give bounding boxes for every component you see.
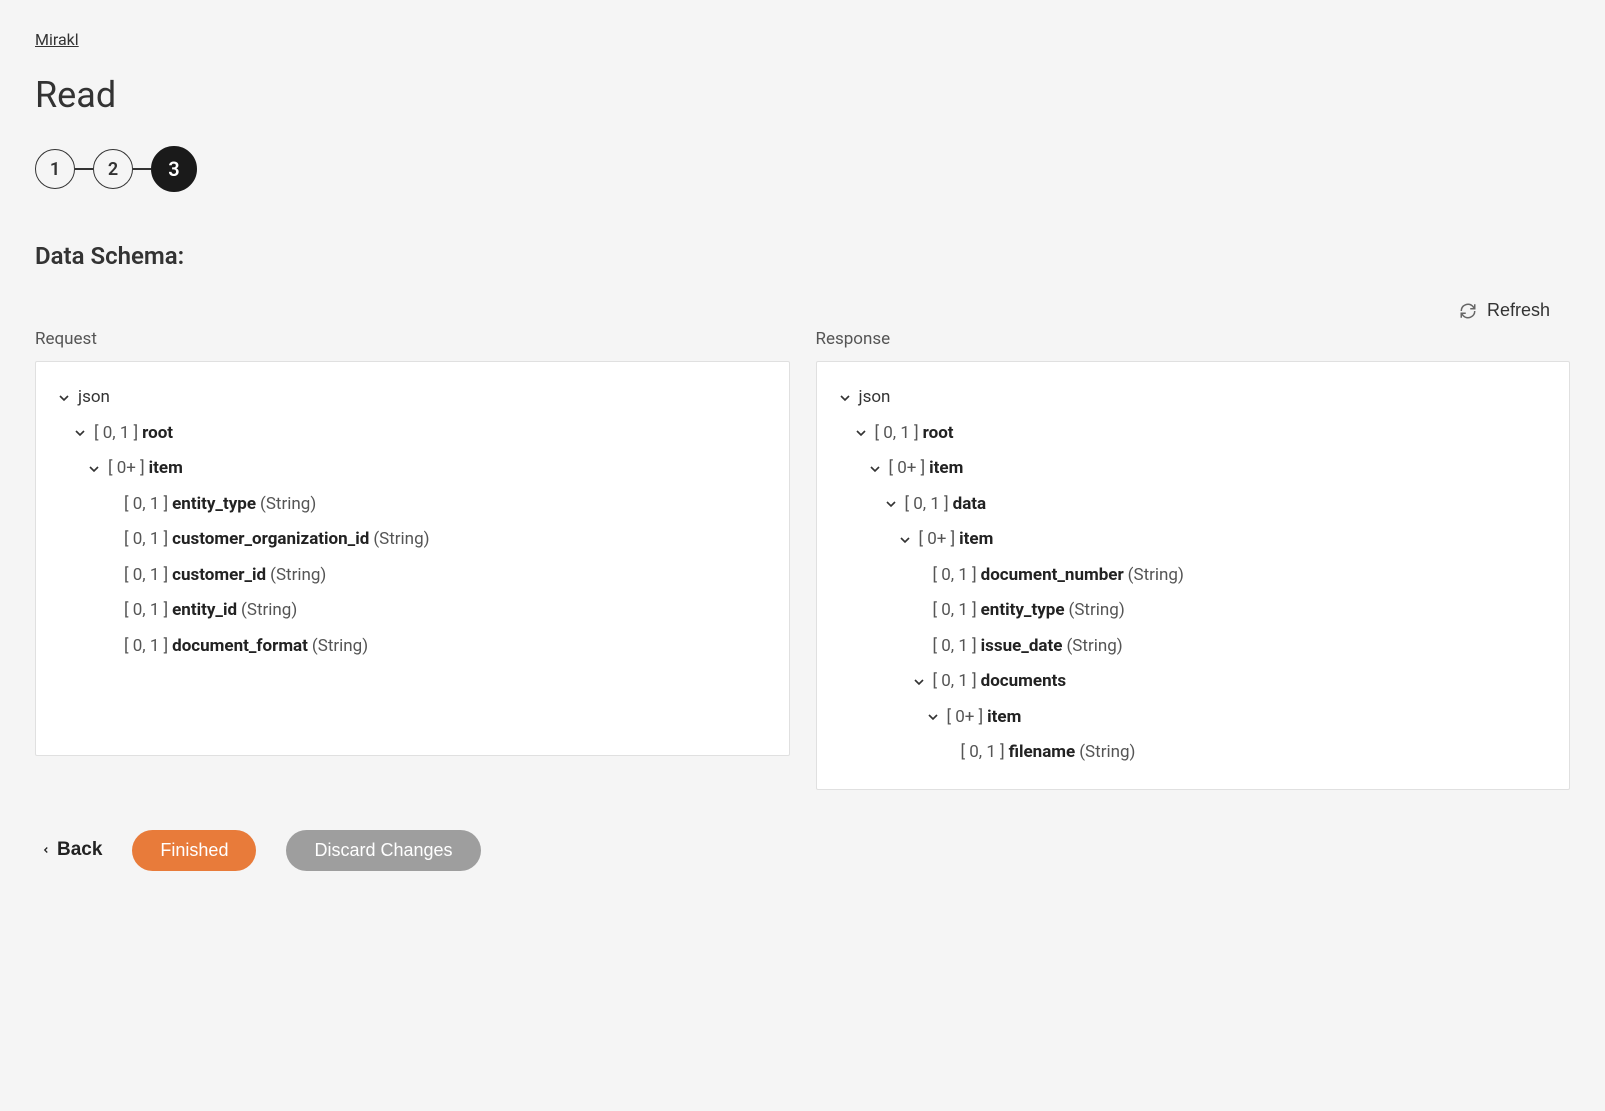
chevron-down-icon[interactable] — [867, 461, 883, 477]
tree-type: (String) — [373, 527, 429, 553]
cardinality: [ 0, 1 ] — [933, 563, 977, 589]
cardinality: [ 0+ ] — [889, 456, 926, 482]
chevron-left-icon — [41, 843, 51, 857]
cardinality: [ 0, 1 ] — [933, 598, 977, 624]
tree-type: (String) — [1066, 634, 1122, 660]
refresh-label: Refresh — [1487, 300, 1550, 321]
tree-node-root[interactable]: [ 0, 1 ] root — [56, 416, 769, 452]
cardinality: [ 0, 1 ] — [124, 563, 168, 589]
step-connector — [75, 168, 93, 170]
tree-label: item — [929, 456, 963, 482]
back-label: Back — [57, 839, 102, 861]
chevron-down-icon[interactable] — [72, 425, 88, 441]
tree-label: item — [959, 527, 993, 553]
tree-type: (String) — [1069, 598, 1125, 624]
tree-label: data — [953, 492, 987, 518]
response-schema-box: json [ 0, 1 ] root [ 0+ ] item [ 0, 1 ] … — [816, 361, 1571, 790]
tree-node-documents[interactable]: [ 0, 1 ] documents — [837, 664, 1550, 700]
chevron-down-icon[interactable] — [897, 532, 913, 548]
breadcrumb-link[interactable]: Mirakl — [35, 30, 79, 49]
discard-button[interactable]: Discard Changes — [286, 830, 480, 871]
stepper: 1 2 3 — [35, 146, 1570, 192]
tree-label: entity_type — [172, 492, 256, 518]
tree-label: documents — [981, 669, 1066, 695]
finished-button[interactable]: Finished — [132, 830, 256, 871]
tree-leaf: [ 0, 1 ] customer_organization_id (Strin… — [56, 522, 769, 558]
tree-label: document_number — [981, 563, 1124, 589]
chevron-down-icon[interactable] — [853, 425, 869, 441]
section-title: Data Schema: — [35, 242, 1570, 270]
footer-actions: Back Finished Discard Changes — [35, 830, 1570, 871]
tree-type: (String) — [1128, 563, 1184, 589]
cardinality: [ 0, 1 ] — [933, 634, 977, 660]
tree-label: json — [859, 385, 891, 411]
chevron-down-icon[interactable] — [56, 390, 72, 406]
cardinality: [ 0, 1 ] — [933, 669, 977, 695]
cardinality: [ 0, 1 ] — [875, 421, 919, 447]
tree-label: issue_date — [981, 634, 1063, 660]
tree-type: (String) — [270, 563, 326, 589]
tree-label: item — [987, 705, 1021, 731]
request-schema-box: json [ 0, 1 ] root [ 0+ ] item [ 0, 1 ] … — [35, 361, 790, 756]
tree-node-data[interactable]: [ 0, 1 ] data — [837, 487, 1550, 523]
tree-type: (String) — [312, 634, 368, 660]
tree-leaf: [ 0, 1 ] entity_type (String) — [56, 487, 769, 523]
page-title: Read — [35, 74, 1570, 116]
tree-label: filename — [1009, 740, 1076, 766]
request-header: Request — [35, 329, 790, 349]
cardinality: [ 0, 1 ] — [124, 492, 168, 518]
tree-leaf: [ 0, 1 ] entity_type (String) — [837, 593, 1550, 629]
cardinality: [ 0, 1 ] — [905, 492, 949, 518]
tree-node-item[interactable]: [ 0+ ] item — [56, 451, 769, 487]
cardinality: [ 0, 1 ] — [124, 634, 168, 660]
tree-label: customer_organization_id — [172, 527, 369, 553]
tree-label: root — [923, 421, 954, 447]
tree-type: (String) — [260, 492, 316, 518]
tree-label: entity_id — [172, 598, 237, 624]
tree-type: (String) — [241, 598, 297, 624]
cardinality: [ 0, 1 ] — [124, 598, 168, 624]
tree-leaf: [ 0, 1 ] issue_date (String) — [837, 629, 1550, 665]
chevron-down-icon[interactable] — [883, 496, 899, 512]
request-column: Request json [ 0, 1 ] root [ 0+ ] item [… — [35, 329, 790, 790]
chevron-down-icon[interactable] — [86, 461, 102, 477]
response-header: Response — [816, 329, 1571, 349]
tree-label: customer_id — [172, 563, 266, 589]
tree-leaf: [ 0, 1 ] filename (String) — [837, 735, 1550, 771]
tree-label: entity_type — [981, 598, 1065, 624]
tree-node-json[interactable]: json — [56, 380, 769, 416]
tree-node-json[interactable]: json — [837, 380, 1550, 416]
tree-leaf: [ 0, 1 ] document_number (String) — [837, 558, 1550, 594]
tree-label: item — [149, 456, 183, 482]
refresh-icon — [1459, 302, 1477, 320]
cardinality: [ 0+ ] — [108, 456, 145, 482]
step-3[interactable]: 3 — [151, 146, 197, 192]
tree-leaf: [ 0, 1 ] document_format (String) — [56, 629, 769, 665]
cardinality: [ 0, 1 ] — [94, 421, 138, 447]
tree-leaf: [ 0, 1 ] customer_id (String) — [56, 558, 769, 594]
chevron-down-icon[interactable] — [911, 674, 927, 690]
tree-leaf: [ 0, 1 ] entity_id (String) — [56, 593, 769, 629]
tree-label: json — [78, 385, 110, 411]
tree-node-item[interactable]: [ 0+ ] item — [837, 522, 1550, 558]
tree-node-item[interactable]: [ 0+ ] item — [837, 451, 1550, 487]
step-connector — [133, 168, 151, 170]
chevron-down-icon[interactable] — [925, 709, 941, 725]
tree-label: document_format — [172, 634, 308, 660]
back-button[interactable]: Back — [41, 839, 102, 861]
tree-type: (String) — [1079, 740, 1135, 766]
cardinality: [ 0+ ] — [947, 705, 984, 731]
cardinality: [ 0, 1 ] — [124, 527, 168, 553]
tree-label: root — [142, 421, 173, 447]
chevron-down-icon[interactable] — [837, 390, 853, 406]
cardinality: [ 0, 1 ] — [961, 740, 1005, 766]
step-1[interactable]: 1 — [35, 149, 75, 189]
tree-node-item[interactable]: [ 0+ ] item — [837, 700, 1550, 736]
cardinality: [ 0+ ] — [919, 527, 956, 553]
step-2[interactable]: 2 — [93, 149, 133, 189]
tree-node-root[interactable]: [ 0, 1 ] root — [837, 416, 1550, 452]
refresh-button[interactable]: Refresh — [1459, 300, 1550, 321]
response-column: Response json [ 0, 1 ] root [ 0+ ] item … — [816, 329, 1571, 790]
